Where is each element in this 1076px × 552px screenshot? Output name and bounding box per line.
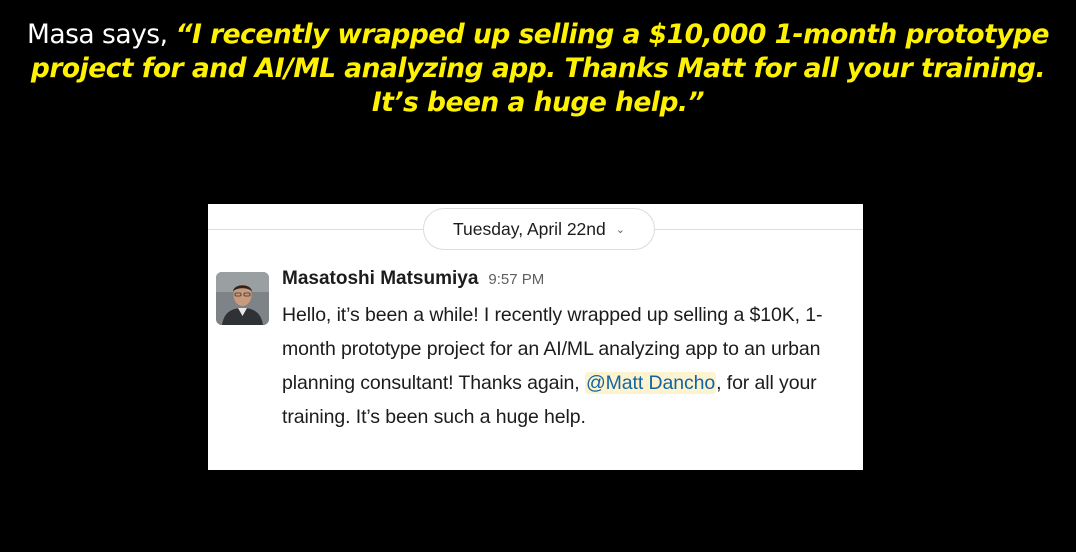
- message-timestamp[interactable]: 9:57 PM: [488, 271, 544, 288]
- date-divider-button[interactable]: Tuesday, April 22nd ⌄: [423, 208, 655, 250]
- message-author[interactable]: Masatoshi Matsumiya: [282, 268, 478, 290]
- date-divider-label: Tuesday, April 22nd: [453, 218, 606, 239]
- slack-message-card: Tuesday, April 22nd ⌄ Masatoshi Matsumiy…: [208, 204, 863, 470]
- message-body: Hello, it’s been a while! I recently wra…: [282, 298, 857, 434]
- user-mention[interactable]: @Matt Dancho: [584, 372, 717, 394]
- avatar-photo: [216, 272, 269, 325]
- chevron-down-icon: ⌄: [615, 223, 625, 236]
- headline-quote: “I recently wrapped up selling a $10,000…: [30, 19, 1050, 118]
- avatar[interactable]: [216, 272, 269, 325]
- message: Masatoshi Matsumiya 9:57 PM Hello, it’s …: [282, 268, 857, 434]
- message-header: Masatoshi Matsumiya 9:57 PM: [282, 268, 857, 298]
- headline-lead: Masa says,: [26, 19, 176, 50]
- testimonial-headline: Masa says, “I recently wrapped up sellin…: [20, 18, 1056, 120]
